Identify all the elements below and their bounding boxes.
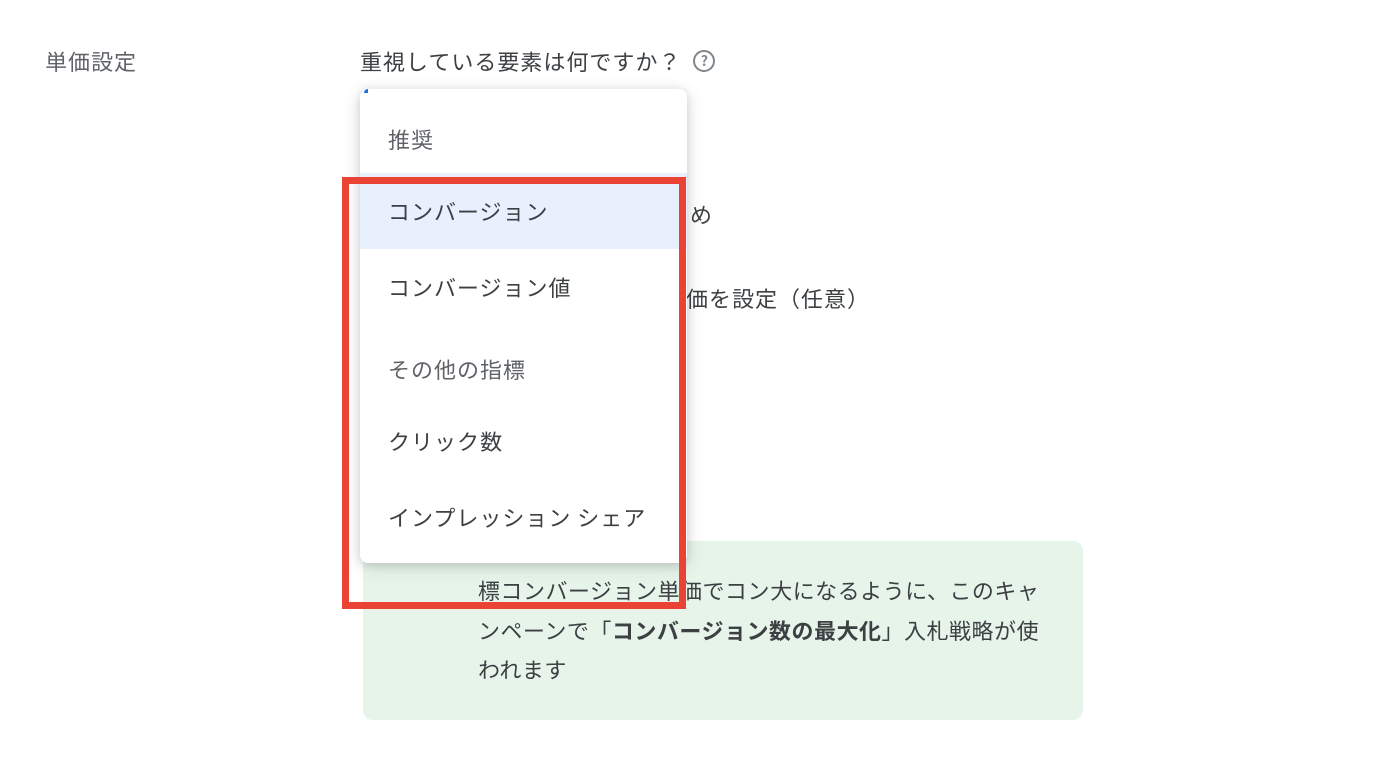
right-content: 重視している要素は何ですか？ ? め 価を設定（任意） 標コンバージョン単価でコ… [360,45,1333,95]
question-row: 重視している要素は何ですか？ ? [360,45,1333,77]
bidding-section: 単価設定 重視している要素は何ですか？ ? め 価を設定（任意） 標コンバージョ… [0,0,1378,140]
dropdown-item-conversion-value[interactable]: コンバージョン値 [360,249,687,325]
focus-dropdown[interactable]: 推奨 コンバージョン コンバージョン値 その他の指標 クリック数 インプレッショ… [360,89,687,563]
dropdown-item-impression-share[interactable]: インプレッション シェア [360,479,687,555]
question-text: 重視している要素は何ですか？ [360,45,681,77]
dropdown-group-recommended: 推奨 [360,95,687,173]
dropdown-group-other: その他の指標 [360,325,687,403]
section-label: 単価設定 [45,45,360,95]
dropdown-item-clicks[interactable]: クリック数 [360,403,687,479]
obscured-text-2: 価を設定（任意） [686,282,870,314]
obscured-text-1: め [690,198,713,230]
info-card: 標コンバージョン単価でコン大になるように、このキャンペーンで「コンバージョン数の… [363,541,1083,720]
dropdown-item-conversions[interactable]: コンバージョン [360,173,687,249]
help-icon[interactable]: ? [693,50,715,72]
info-card-text: 標コンバージョン単価でコン大になるように、このキャンペーンで「コンバージョン数の… [478,571,1048,690]
info-text-1: 標コンバージョン単価でコン [478,574,770,606]
info-text-bold: コンバージョン数の最大化 [612,614,882,646]
